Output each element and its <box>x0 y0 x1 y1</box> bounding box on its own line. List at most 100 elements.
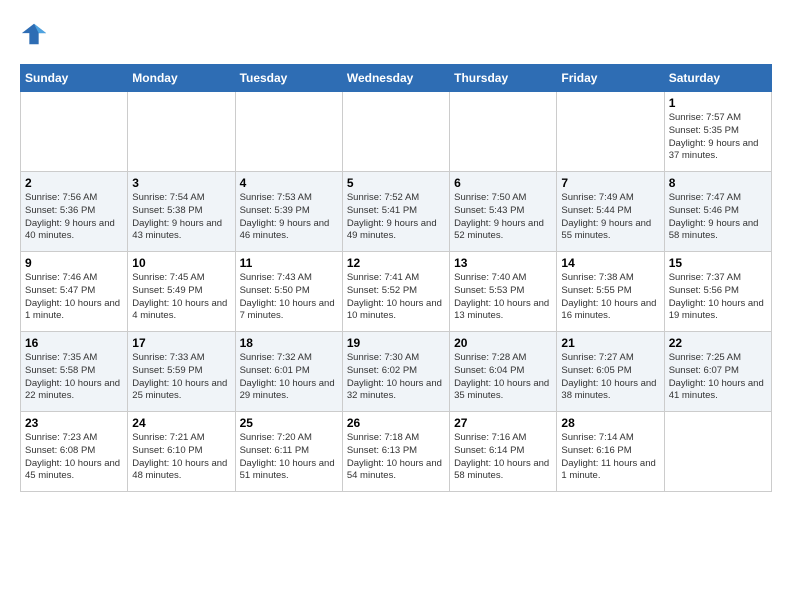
calendar-cell: 17 Sunrise: 7:33 AM Sunset: 5:59 PM Dayli… <box>128 332 235 412</box>
day-info: Sunrise: 7:25 AM Sunset: 6:07 PM Dayligh… <box>669 352 767 403</box>
day-number: 13 <box>454 256 552 270</box>
calendar-cell: 15 Sunrise: 7:37 AM Sunset: 5:56 PM Dayli… <box>664 252 771 332</box>
day-info: Sunrise: 7:52 AM Sunset: 5:41 PM Dayligh… <box>347 192 445 243</box>
day-number: 3 <box>132 176 230 190</box>
calendar-cell <box>450 92 557 172</box>
day-info: Sunrise: 7:53 AM Sunset: 5:39 PM Dayligh… <box>240 192 338 243</box>
day-number: 17 <box>132 336 230 350</box>
day-number: 6 <box>454 176 552 190</box>
calendar-week-row: 9 Sunrise: 7:46 AM Sunset: 5:47 PM Daylig… <box>21 252 772 332</box>
day-info: Sunrise: 7:16 AM Sunset: 6:14 PM Dayligh… <box>454 432 552 483</box>
calendar-cell: 28 Sunrise: 7:14 AM Sunset: 6:16 PM Dayli… <box>557 412 664 492</box>
day-info: Sunrise: 7:54 AM Sunset: 5:38 PM Dayligh… <box>132 192 230 243</box>
day-info: Sunrise: 7:40 AM Sunset: 5:53 PM Dayligh… <box>454 272 552 323</box>
logo-bird-icon <box>20 20 48 48</box>
calendar-cell: 9 Sunrise: 7:46 AM Sunset: 5:47 PM Daylig… <box>21 252 128 332</box>
calendar-cell: 6 Sunrise: 7:50 AM Sunset: 5:43 PM Daylig… <box>450 172 557 252</box>
day-number: 11 <box>240 256 338 270</box>
calendar-cell: 27 Sunrise: 7:16 AM Sunset: 6:14 PM Dayli… <box>450 412 557 492</box>
day-number: 10 <box>132 256 230 270</box>
day-info: Sunrise: 7:30 AM Sunset: 6:02 PM Dayligh… <box>347 352 445 403</box>
calendar-cell <box>235 92 342 172</box>
calendar-week-row: 1 Sunrise: 7:57 AM Sunset: 5:35 PM Daylig… <box>21 92 772 172</box>
day-info: Sunrise: 7:38 AM Sunset: 5:55 PM Dayligh… <box>561 272 659 323</box>
day-number: 20 <box>454 336 552 350</box>
day-info: Sunrise: 7:49 AM Sunset: 5:44 PM Dayligh… <box>561 192 659 243</box>
day-number: 15 <box>669 256 767 270</box>
day-info: Sunrise: 7:14 AM Sunset: 6:16 PM Dayligh… <box>561 432 659 483</box>
calendar-cell: 26 Sunrise: 7:18 AM Sunset: 6:13 PM Dayli… <box>342 412 449 492</box>
day-number: 16 <box>25 336 123 350</box>
day-number: 8 <box>669 176 767 190</box>
calendar-cell: 7 Sunrise: 7:49 AM Sunset: 5:44 PM Daylig… <box>557 172 664 252</box>
day-info: Sunrise: 7:33 AM Sunset: 5:59 PM Dayligh… <box>132 352 230 403</box>
day-number: 12 <box>347 256 445 270</box>
day-info: Sunrise: 7:46 AM Sunset: 5:47 PM Dayligh… <box>25 272 123 323</box>
day-info: Sunrise: 7:43 AM Sunset: 5:50 PM Dayligh… <box>240 272 338 323</box>
calendar-cell: 3 Sunrise: 7:54 AM Sunset: 5:38 PM Daylig… <box>128 172 235 252</box>
calendar-header-monday: Monday <box>128 65 235 92</box>
calendar-cell: 20 Sunrise: 7:28 AM Sunset: 6:04 PM Dayli… <box>450 332 557 412</box>
day-number: 19 <box>347 336 445 350</box>
calendar-cell: 10 Sunrise: 7:45 AM Sunset: 5:49 PM Dayli… <box>128 252 235 332</box>
calendar-cell: 25 Sunrise: 7:20 AM Sunset: 6:11 PM Dayli… <box>235 412 342 492</box>
calendar-cell <box>21 92 128 172</box>
calendar-cell: 16 Sunrise: 7:35 AM Sunset: 5:58 PM Dayli… <box>21 332 128 412</box>
calendar-cell: 18Sunrise: 7:32 AM Sunset: 6:01 PM Dayli… <box>235 332 342 412</box>
day-number: 26 <box>347 416 445 430</box>
calendar-header-thursday: Thursday <box>450 65 557 92</box>
calendar-table: SundayMondayTuesdayWednesdayThursdayFrid… <box>20 64 772 492</box>
calendar-cell: 2Sunrise: 7:56 AM Sunset: 5:36 PM Daylig… <box>21 172 128 252</box>
calendar-cell: 8 Sunrise: 7:47 AM Sunset: 5:46 PM Daylig… <box>664 172 771 252</box>
day-number: 1 <box>669 96 767 110</box>
calendar-header-wednesday: Wednesday <box>342 65 449 92</box>
calendar-week-row: 2Sunrise: 7:56 AM Sunset: 5:36 PM Daylig… <box>21 172 772 252</box>
calendar-cell: 24 Sunrise: 7:21 AM Sunset: 6:10 PM Dayli… <box>128 412 235 492</box>
day-info: Sunrise: 7:50 AM Sunset: 5:43 PM Dayligh… <box>454 192 552 243</box>
calendar-cell <box>342 92 449 172</box>
calendar-header-sunday: Sunday <box>21 65 128 92</box>
calendar-cell <box>664 412 771 492</box>
day-info: Sunrise: 7:45 AM Sunset: 5:49 PM Dayligh… <box>132 272 230 323</box>
day-number: 21 <box>561 336 659 350</box>
day-number: 28 <box>561 416 659 430</box>
calendar-cell <box>557 92 664 172</box>
day-number: 23 <box>25 416 123 430</box>
day-number: 9 <box>25 256 123 270</box>
day-number: 22 <box>669 336 767 350</box>
day-number: 4 <box>240 176 338 190</box>
day-number: 5 <box>347 176 445 190</box>
calendar-cell: 19 Sunrise: 7:30 AM Sunset: 6:02 PM Dayli… <box>342 332 449 412</box>
logo <box>20 20 52 48</box>
day-info: Sunrise: 7:28 AM Sunset: 6:04 PM Dayligh… <box>454 352 552 403</box>
day-info: Sunrise: 7:35 AM Sunset: 5:58 PM Dayligh… <box>25 352 123 403</box>
calendar-cell: 1 Sunrise: 7:57 AM Sunset: 5:35 PM Daylig… <box>664 92 771 172</box>
day-number: 25 <box>240 416 338 430</box>
calendar-header-row: SundayMondayTuesdayWednesdayThursdayFrid… <box>21 65 772 92</box>
day-info: Sunrise: 7:21 AM Sunset: 6:10 PM Dayligh… <box>132 432 230 483</box>
calendar-cell: 13 Sunrise: 7:40 AM Sunset: 5:53 PM Dayli… <box>450 252 557 332</box>
day-info: Sunrise: 7:32 AM Sunset: 6:01 PM Dayligh… <box>240 352 338 403</box>
day-number: 14 <box>561 256 659 270</box>
day-number: 2 <box>25 176 123 190</box>
calendar-cell: 11 Sunrise: 7:43 AM Sunset: 5:50 PM Dayli… <box>235 252 342 332</box>
calendar-cell: 12 Sunrise: 7:41 AM Sunset: 5:52 PM Dayli… <box>342 252 449 332</box>
day-info: Sunrise: 7:18 AM Sunset: 6:13 PM Dayligh… <box>347 432 445 483</box>
day-number: 24 <box>132 416 230 430</box>
day-info: Sunrise: 7:41 AM Sunset: 5:52 PM Dayligh… <box>347 272 445 323</box>
calendar-header-tuesday: Tuesday <box>235 65 342 92</box>
day-info: Sunrise: 7:57 AM Sunset: 5:35 PM Dayligh… <box>669 112 767 163</box>
day-number: 27 <box>454 416 552 430</box>
calendar-cell: 22 Sunrise: 7:25 AM Sunset: 6:07 PM Dayli… <box>664 332 771 412</box>
page-header <box>20 20 772 48</box>
day-info: Sunrise: 7:27 AM Sunset: 6:05 PM Dayligh… <box>561 352 659 403</box>
calendar-cell: 5 Sunrise: 7:52 AM Sunset: 5:41 PM Daylig… <box>342 172 449 252</box>
day-info: Sunrise: 7:20 AM Sunset: 6:11 PM Dayligh… <box>240 432 338 483</box>
calendar-cell <box>128 92 235 172</box>
day-number: 7 <box>561 176 659 190</box>
day-info: Sunrise: 7:37 AM Sunset: 5:56 PM Dayligh… <box>669 272 767 323</box>
calendar-header-saturday: Saturday <box>664 65 771 92</box>
calendar-week-row: 16 Sunrise: 7:35 AM Sunset: 5:58 PM Dayli… <box>21 332 772 412</box>
calendar-header-friday: Friday <box>557 65 664 92</box>
day-info: Sunrise: 7:47 AM Sunset: 5:46 PM Dayligh… <box>669 192 767 243</box>
